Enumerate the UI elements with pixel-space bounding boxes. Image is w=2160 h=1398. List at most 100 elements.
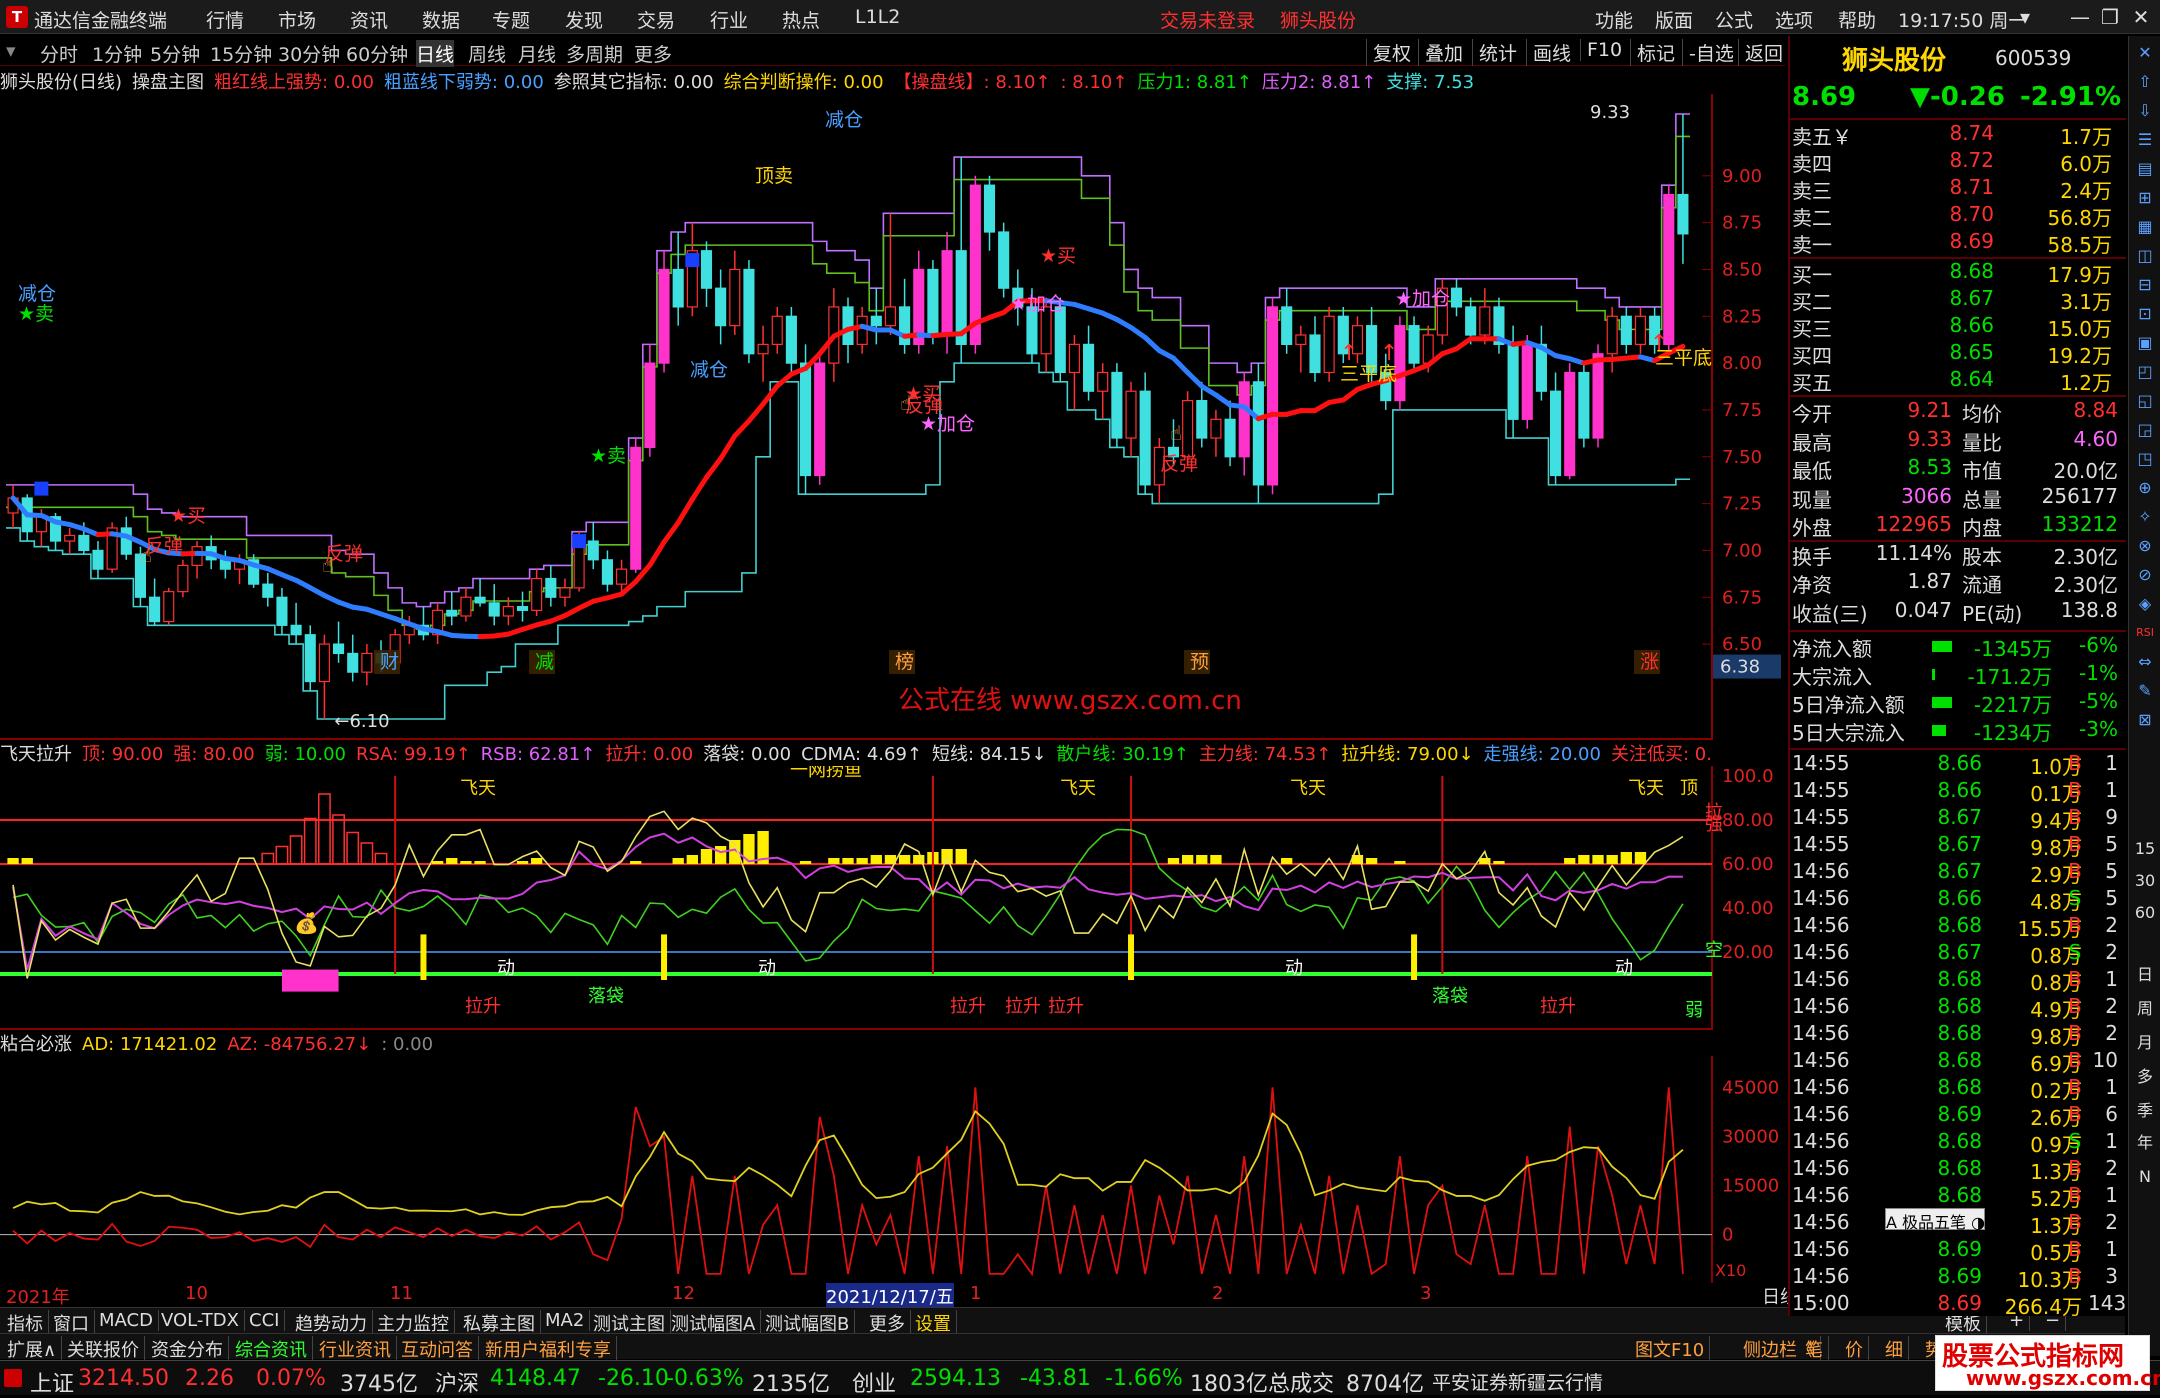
indicator-tab-4[interactable]: CCI <box>244 1310 285 1331</box>
menu-0[interactable]: 行情 <box>206 6 244 33</box>
info-tab-right-0[interactable]: 图文F10 <box>1630 1336 1710 1362</box>
right-menu-0[interactable]: 功能 <box>1595 6 1633 33</box>
menu-7[interactable]: 行业 <box>710 6 748 33</box>
side-tool-icon-16[interactable]: ✧ <box>2132 504 2158 530</box>
side-tool-icon-21[interactable]: ⇔ <box>2132 649 2158 675</box>
side-tool-icon-7[interactable]: ◫ <box>2132 243 2158 269</box>
period-6[interactable]: 日线 <box>416 40 454 67</box>
menu-1[interactable]: 市场 <box>278 6 316 33</box>
period-9[interactable]: 多周期 <box>566 40 623 67</box>
period-3[interactable]: 15分钟 <box>210 40 272 67</box>
side-tool-icon-6[interactable]: ▦ <box>2132 214 2158 240</box>
candlestick-chart[interactable]: 9.008.758.508.258.007.757.507.257.006.75… <box>0 94 1785 740</box>
side-period-10[interactable]: 30 <box>2132 868 2158 894</box>
tool-1[interactable]: 叠加 <box>1418 39 1463 66</box>
tool-3[interactable]: 画线 <box>1526 39 1571 66</box>
menu-3[interactable]: 数据 <box>422 6 460 33</box>
side-tool-icon-17[interactable]: ⊗ <box>2132 533 2158 559</box>
side-tool-icon-14[interactable]: ◳ <box>2132 446 2158 472</box>
right-menu-2[interactable]: 公式 <box>1715 6 1753 33</box>
side-period-2[interactable]: 日 <box>2132 962 2158 988</box>
side-tool-icon-15[interactable]: ⊕ <box>2132 475 2158 501</box>
side-period-9[interactable]: 15 <box>2132 836 2158 862</box>
period-2[interactable]: 5分钟 <box>150 40 200 67</box>
ime-popup[interactable]: A 极品五笔 ◑ ▪ <box>1885 1208 1985 1230</box>
tool-0[interactable]: 复权 <box>1366 39 1411 66</box>
side-period-5[interactable]: 多 <box>2132 1064 2158 1090</box>
stock-title-link[interactable]: 狮头股份 <box>1280 6 1356 33</box>
side-period-8[interactable]: N <box>2132 1164 2158 1190</box>
info-tab-5[interactable]: 互动问答 <box>396 1336 479 1362</box>
info-tab-right-3[interactable]: 价 <box>1840 1336 1869 1362</box>
period-5[interactable]: 60分钟 <box>346 40 408 67</box>
tool-5[interactable]: 标记 <box>1630 39 1675 66</box>
info-tab-0[interactable]: 扩展∧ <box>2 1336 62 1362</box>
period-8[interactable]: 月线 <box>518 40 556 67</box>
side-tool-icon-1[interactable]: ⇧ <box>2132 69 2158 95</box>
period-0[interactable]: 分时 <box>40 40 78 67</box>
side-tool-icon-5[interactable]: ⊞ <box>2132 185 2158 211</box>
side-tool-icon-9[interactable]: ⊡ <box>2132 301 2158 327</box>
indicator-tab-3[interactable]: VOL-TDX <box>156 1310 245 1331</box>
side-tool-icon-2[interactable]: ⇩ <box>2132 98 2158 124</box>
side-tool-icon-12[interactable]: ◱ <box>2132 388 2158 414</box>
side-tool-icon-10[interactable]: ▣ <box>2132 330 2158 356</box>
period-10[interactable]: 更多 <box>634 40 672 67</box>
right-menu-3[interactable]: 选项 <box>1775 6 1813 33</box>
tool-4[interactable]: F10 <box>1580 39 1622 61</box>
restore-icon[interactable]: ❐ <box>2095 4 2125 30</box>
side-tool-icon-18[interactable]: ⊘ <box>2132 562 2158 588</box>
side-period-3[interactable]: 周 <box>2132 996 2158 1022</box>
info-tab-3[interactable]: 综合资讯 <box>230 1336 313 1362</box>
menu-5[interactable]: 发现 <box>565 6 603 33</box>
side-tool-icon-20[interactable]: RSI <box>2132 620 2158 646</box>
side-tool-icon-3[interactable]: ☰ <box>2132 127 2158 153</box>
period-1[interactable]: 1分钟 <box>92 40 142 67</box>
side-tool-icon-11[interactable]: ◰ <box>2132 359 2158 385</box>
menu-6[interactable]: 交易 <box>637 6 675 33</box>
tool-7[interactable]: 返回 <box>1738 39 1783 66</box>
menu-2[interactable]: 资讯 <box>350 6 388 33</box>
tool-2[interactable]: 统计 <box>1472 39 1517 66</box>
candle-body-52 <box>744 269 754 353</box>
side-period-7[interactable]: 年 <box>2132 1130 2158 1156</box>
period-toolbar: 分时 1分钟 5分钟 15分钟30分钟60分钟日线周线月线多周期更多 ▾ 复权叠加统计画线… <box>0 36 1785 66</box>
side-period-6[interactable]: 季 <box>2132 1098 2158 1124</box>
period-dropdown-icon[interactable]: ▾ <box>6 40 16 62</box>
main_legend-item-6: 【操盘线】: 8.10↑ <box>894 72 1051 93</box>
menu-8[interactable]: 热点 <box>782 6 820 33</box>
side-tool-icon-19[interactable]: ◈ <box>2132 591 2158 617</box>
period-4[interactable]: 30分钟 <box>278 40 340 67</box>
info-tab-6[interactable]: 新用户福利专享 <box>480 1336 617 1362</box>
menu-4[interactable]: 专题 <box>492 6 530 33</box>
ad-chart[interactable]: 4500030000150000X10 <box>0 1056 1785 1283</box>
period-7[interactable]: 周线 <box>468 40 506 67</box>
close-icon[interactable]: ✕ <box>2126 4 2156 30</box>
login-status-link[interactable]: 交易未登录 <box>1160 6 1255 33</box>
side-tool-icon-13[interactable]: ◲ <box>2132 417 2158 443</box>
tool-6[interactable]: -自选 <box>1682 39 1734 66</box>
info-tab-right-2[interactable]: 笔 <box>1800 1336 1829 1362</box>
side-tool-icon-0[interactable]: ✕ <box>2132 40 2158 66</box>
side-tool-icon-23[interactable]: ⊠ <box>2132 707 2158 733</box>
info-tab-right-4[interactable]: 细 <box>1880 1336 1909 1362</box>
indicator-tab-8[interactable]: MA2 <box>540 1310 590 1331</box>
info-tab-2[interactable]: 资金分布 <box>146 1336 229 1362</box>
indicator-tab-2[interactable]: MACD <box>94 1310 159 1331</box>
right-menu-4[interactable]: 帮助 <box>1838 6 1876 33</box>
window-menu-icon[interactable]: ▾ <box>2010 4 2040 30</box>
menu-9[interactable]: L1L2 <box>855 6 900 28</box>
info-tab-4[interactable]: 行业资讯 <box>314 1336 397 1362</box>
minimize-icon[interactable]: — <box>2065 4 2095 30</box>
side-period-4[interactable]: 月 <box>2132 1030 2158 1056</box>
info-tab-1[interactable]: 关联报价 <box>62 1336 145 1362</box>
tick-count-10: 2 <box>2088 1021 2118 1045</box>
right-menu-1[interactable]: 版面 <box>1655 6 1693 33</box>
osc-label-text-0: 飞天 <box>460 778 496 799</box>
oscillator-chart[interactable]: 100.080.0060.0040.0020.00飞天飞天飞天飞天顶拉强动动动动… <box>0 766 1785 1030</box>
side-tool-icon-4[interactable]: ▤ <box>2132 156 2158 182</box>
tick-side-16: B <box>2060 1183 2090 1207</box>
side-period-11[interactable]: 60 <box>2132 900 2158 926</box>
side-tool-icon-8[interactable]: ⊟ <box>2132 272 2158 298</box>
side-tool-icon-22[interactable]: ✎ <box>2132 678 2158 704</box>
